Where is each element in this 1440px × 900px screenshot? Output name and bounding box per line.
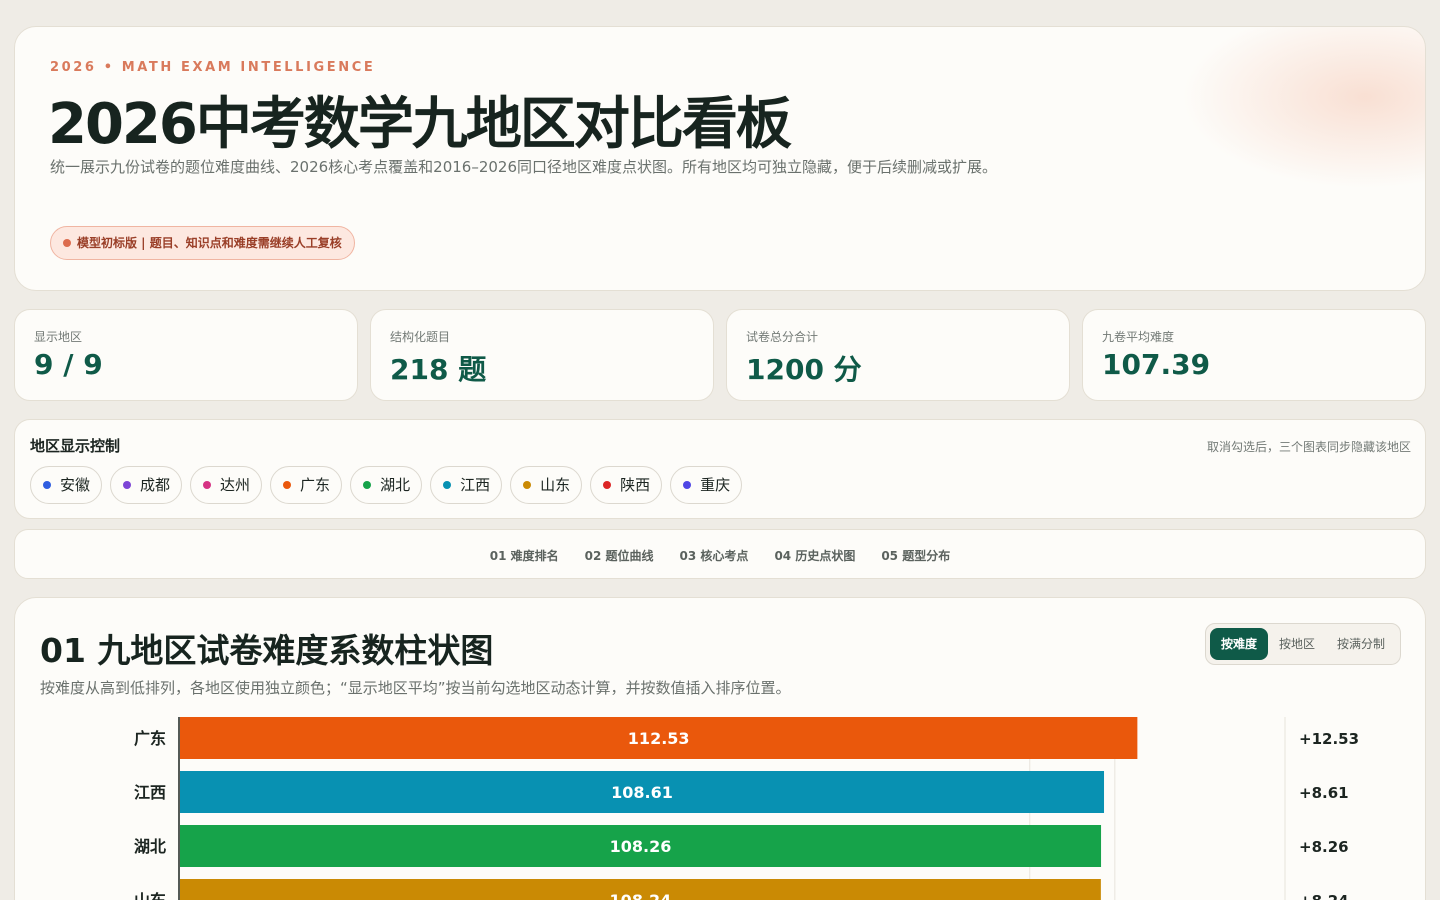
stat-label: 显示地区: [34, 330, 83, 344]
sort-by-difficulty-button[interactable]: 按难度: [1209, 628, 1268, 660]
sort-toggle: 按难度 按地区 按满分制: [1204, 623, 1401, 665]
stat-label: 结构化题目: [390, 330, 451, 344]
sort-by-full-score-button[interactable]: 按满分制: [1326, 628, 1396, 660]
color-dot-icon: [363, 481, 372, 489]
region-chip-shandong[interactable]: 山东: [510, 466, 583, 504]
stat-card-avg-difficulty: 九卷平均难度 107.39: [1082, 309, 1426, 401]
nav-link-history[interactable]: 04 历史点状图: [774, 547, 855, 564]
bar-delta-label: +8.26: [1299, 838, 1349, 856]
region-chip-chongqing[interactable]: 重庆: [670, 466, 743, 504]
bar-delta-label: +8.61: [1299, 784, 1349, 802]
stat-label: 试卷总分合计: [746, 330, 819, 344]
stat-value: 218 题: [390, 353, 487, 386]
color-dot-icon: [603, 481, 612, 489]
status-badge: 模型初标版 | 题目、知识点和难度需继续人工复核: [50, 226, 355, 260]
bar-delta-label: +8.24: [1299, 892, 1349, 900]
stat-value: 1200 分: [746, 353, 862, 386]
region-chip-label: 江西: [460, 476, 491, 494]
stat-card-regions: 显示地区 9 / 9: [14, 309, 358, 401]
stat-card-total-score: 试卷总分合计 1200 分: [726, 309, 1070, 401]
status-dot-icon: [63, 239, 71, 247]
region-chip-jiangxi[interactable]: 江西: [430, 466, 503, 504]
bar-value-label: 108.61: [611, 783, 673, 802]
bar-category-label: 山东: [134, 891, 166, 900]
region-chip-label: 达州: [220, 476, 251, 494]
bar-value-label: 108.24: [610, 891, 672, 900]
color-dot-icon: [683, 481, 692, 489]
region-chip-guangdong[interactable]: 广东: [270, 466, 343, 504]
region-chip-label: 重庆: [700, 476, 731, 494]
stat-value: 107.39: [1102, 348, 1211, 381]
region-chip-hubei[interactable]: 湖北: [350, 466, 423, 504]
hero-panel: 2026 • MATH EXAM INTELLIGENCE 2026中考数学九地…: [14, 26, 1426, 291]
bar-delta-label: +12.53: [1299, 730, 1359, 748]
color-dot-icon: [43, 481, 51, 489]
hero-eyebrow: 2026 • MATH EXAM INTELLIGENCE: [50, 60, 376, 75]
nav-link-curve[interactable]: 02 题位曲线: [585, 547, 654, 564]
bar-category-label: 江西: [134, 783, 166, 802]
stat-value: 9 / 9: [34, 348, 103, 381]
status-badge-text: 模型初标版 | 题目、知识点和难度需继续人工复核: [77, 236, 342, 250]
region-chip-label: 安徽: [60, 476, 91, 494]
color-dot-icon: [443, 481, 452, 489]
region-chip-label: 山东: [540, 476, 571, 494]
nav-link-topics[interactable]: 03 核心考点: [680, 547, 749, 564]
bar-category-label: 广东: [134, 729, 166, 748]
region-chip-label: 成都: [140, 476, 171, 494]
region-chip-label: 广东: [300, 476, 331, 494]
section-title: 01 九地区试卷难度系数柱状图: [40, 631, 494, 670]
section-nav: 01 难度排名 02 题位曲线 03 核心考点 04 历史点状图 05 题型分布: [14, 529, 1426, 579]
bar-value-label: 108.26: [610, 837, 672, 856]
region-chip-dazhou[interactable]: 达州: [190, 466, 263, 504]
bar-category-label: 湖北: [134, 837, 166, 856]
region-chip-anhui[interactable]: 安徽: [30, 466, 103, 504]
bar-value-label: 112.53: [628, 729, 690, 748]
nav-link-types[interactable]: 05 题型分布: [881, 547, 950, 564]
color-dot-icon: [203, 481, 212, 489]
region-chip-label: 湖北: [380, 476, 411, 494]
sort-by-region-button[interactable]: 按地区: [1268, 628, 1326, 660]
difficulty-chart-section: 广东 112.53 +12.53 江西 108.61 +8.61 湖北 108.26 +8.26…: [14, 597, 1426, 900]
stat-card-questions: 结构化题目 218 题: [370, 309, 714, 401]
color-dot-icon: [283, 481, 292, 489]
color-dot-icon: [523, 481, 532, 489]
stat-label: 九卷平均难度: [1102, 330, 1175, 344]
color-dot-icon: [123, 481, 132, 489]
region-control-hint: 取消勾选后，三个图表同步隐藏该地区: [1206, 440, 1411, 454]
section-description: 按难度从高到低排列，各地区使用独立颜色；“显示地区平均”按当前勾选地区动态计算，…: [40, 679, 791, 697]
page-title: 2026中考数学九地区对比看板: [48, 92, 792, 157]
region-control-title: 地区显示控制: [30, 437, 121, 455]
region-chip-label: 陕西: [620, 476, 651, 494]
nav-link-ranking[interactable]: 01 难度排名: [490, 547, 559, 564]
hero-description: 统一展示九份试卷的题位难度曲线、2026核心考点覆盖和2016–2026同口径地…: [50, 158, 998, 176]
region-chip-list: 安徽 成都 达州 广东 湖北 江西 山东 陕西 重庆: [30, 466, 750, 504]
region-chip-shaanxi[interactable]: 陕西: [590, 466, 663, 504]
region-control-panel: 地区显示控制 取消勾选后，三个图表同步隐藏该地区 安徽 成都 达州 广东 湖北 …: [14, 419, 1426, 519]
region-chip-chengdu[interactable]: 成都: [110, 466, 183, 504]
